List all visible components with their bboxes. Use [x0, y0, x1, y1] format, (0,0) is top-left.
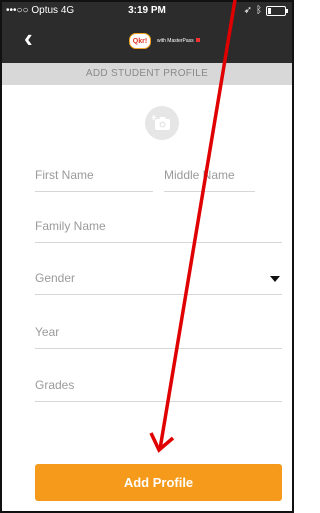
status-bar: •••○○ Optus 4G 3:19 PM ➶ ᛒ [2, 2, 292, 20]
middle-name-field[interactable] [164, 161, 255, 192]
page-title: ADD STUDENT PROFILE [2, 63, 292, 85]
first-name-field[interactable] [35, 161, 153, 192]
year-input[interactable] [35, 318, 282, 346]
caret-down-icon [270, 276, 280, 282]
gender-label: Gender [35, 271, 76, 285]
app-header: •••○○ Optus 4G 3:19 PM ➶ ᛒ ‹ Qkr! with M… [2, 2, 292, 63]
chevron-left-icon[interactable]: ‹ [24, 25, 33, 51]
phone-screen: •••○○ Optus 4G 3:19 PM ➶ ᛒ ‹ Qkr! with M… [0, 0, 294, 513]
grades-field[interactable] [35, 371, 282, 402]
add-profile-button[interactable]: Add Profile [35, 464, 282, 501]
bluetooth-icon: ᛒ [256, 5, 262, 16]
middle-name-input[interactable] [164, 161, 255, 189]
year-field[interactable] [35, 318, 282, 349]
logo-badge: Qkr! [129, 33, 151, 49]
add-photo-button[interactable] [145, 106, 179, 140]
battery-fill [268, 7, 271, 14]
first-name-input[interactable] [35, 161, 153, 189]
app-logo: Qkr! with MasterPass [129, 33, 200, 49]
family-name-field[interactable] [35, 212, 282, 243]
gender-select[interactable]: Gender [35, 264, 282, 295]
battery-icon [266, 5, 288, 16]
location-icon: ➶ [243, 5, 252, 16]
camera-add-icon [152, 115, 170, 130]
logo-text: with MasterPass [157, 38, 200, 44]
family-name-input[interactable] [35, 212, 282, 240]
grades-input[interactable] [35, 371, 282, 399]
